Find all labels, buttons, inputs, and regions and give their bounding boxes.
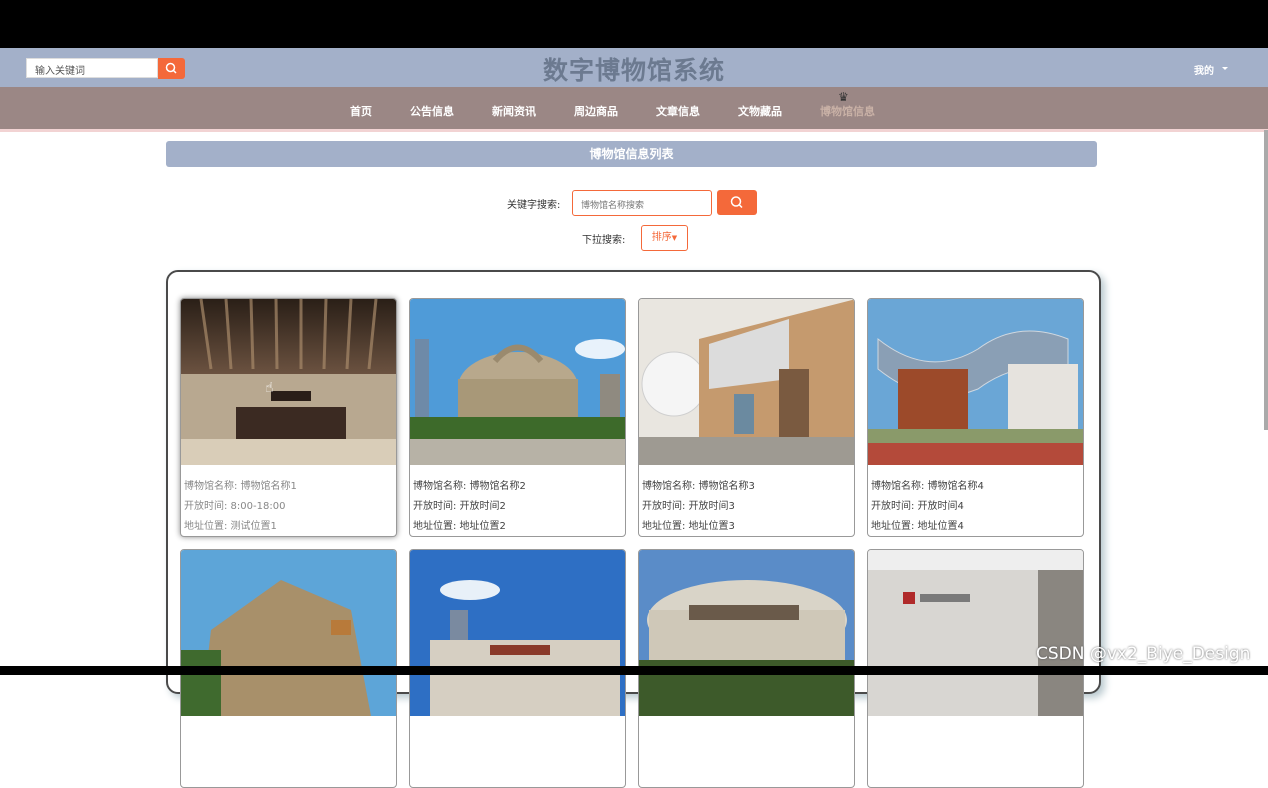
user-menu[interactable]: 我的 (1194, 62, 1214, 77)
museum-card[interactable]: 博物馆名称: 博物馆名称1 开放时间: 8:00-18:00 地址位置: 测试位… (180, 298, 397, 537)
chevron-down-icon (1222, 67, 1228, 70)
site-title: 数字博物馆系统 (542, 56, 725, 85)
museum-name: 博物馆名称: 博物馆名称2 (413, 481, 526, 492)
browser-top-bar (0, 0, 1268, 48)
museum-photo (181, 550, 396, 716)
museum-hours: 开放时间: 开放时间2 (413, 501, 506, 512)
museum-card[interactable]: 博物馆名称: 博物馆名称3 开放时间: 开放时间3 地址位置: 地址位置3 (638, 298, 855, 537)
nav-item-announcements[interactable]: 公告信息 (410, 103, 454, 119)
museum-address: 地址位置: 测试位置1 (184, 521, 277, 532)
nav-item-relics[interactable]: 文物藏品 (738, 103, 782, 119)
museum-photo (868, 550, 1083, 716)
search-icon (730, 196, 743, 209)
museum-card[interactable]: 博物馆名称: 博物馆名称4 开放时间: 开放时间4 地址位置: 地址位置4 (867, 298, 1084, 537)
museum-hours: 开放时间: 开放时间4 (871, 501, 964, 512)
museum-card[interactable]: 博物馆名称: 博物馆名称2 开放时间: 开放时间2 地址位置: 地址位置2 (409, 298, 626, 537)
museum-address: 地址位置: 地址位置4 (871, 521, 964, 532)
caret-down-icon: ▼ (671, 234, 678, 242)
museum-hours: 开放时间: 开放时间3 (642, 501, 735, 512)
museum-photo (410, 299, 625, 465)
section-title: 博物馆信息列表 (166, 141, 1097, 167)
keyword-search-input[interactable]: 博物馆名称搜索 (572, 190, 712, 216)
nav-item-museums[interactable]: 博物馆信息 (820, 103, 875, 119)
main-nav: 首页 公告信息 新闻资讯 周边商品 文章信息 文物藏品 ♛ 博物馆信息 (0, 87, 1268, 129)
watermark: CSDN @vx2_Biye_Design (1036, 644, 1251, 664)
crown-icon: ♛ (838, 90, 849, 104)
museum-photo (639, 550, 854, 716)
dropdown-search-label: 下拉搜索: (582, 235, 626, 246)
keyword-search-button[interactable] (717, 190, 757, 215)
museum-name: 博物馆名称: 博物馆名称4 (871, 481, 984, 492)
museum-hours: 开放时间: 8:00-18:00 (184, 501, 286, 512)
nav-item-products[interactable]: 周边商品 (574, 103, 618, 119)
keyword-search-label: 关键字搜索: (507, 200, 561, 211)
sort-label: 排序 (651, 232, 672, 243)
museum-name: 博物馆名称: 博物馆名称1 (184, 481, 297, 492)
museum-photo (410, 550, 625, 716)
museum-photo (639, 299, 854, 465)
nav-item-home[interactable]: 首页 (350, 103, 372, 119)
museum-list-panel: 博物馆名称: 博物馆名称1 开放时间: 8:00-18:00 地址位置: 测试位… (166, 270, 1101, 788)
museum-address: 地址位置: 地址位置3 (642, 521, 735, 532)
museum-name: 博物馆名称: 博物馆名称3 (642, 481, 755, 492)
nav-item-news[interactable]: 新闻资讯 (492, 103, 536, 119)
page-scrollbar[interactable] (1264, 130, 1268, 430)
nav-item-articles[interactable]: 文章信息 (656, 103, 700, 119)
pointer-cursor-icon: ☝ (265, 380, 274, 396)
museum-photo (181, 299, 396, 465)
browser-bottom-bar (0, 666, 1268, 675)
museum-photo (868, 299, 1083, 465)
nav-divider (0, 129, 1268, 132)
sort-dropdown[interactable]: 排序▼ (641, 225, 688, 251)
site-header: 输入关键词 数字博物馆系统 我的 (0, 48, 1268, 87)
museum-address: 地址位置: 地址位置2 (413, 521, 506, 532)
